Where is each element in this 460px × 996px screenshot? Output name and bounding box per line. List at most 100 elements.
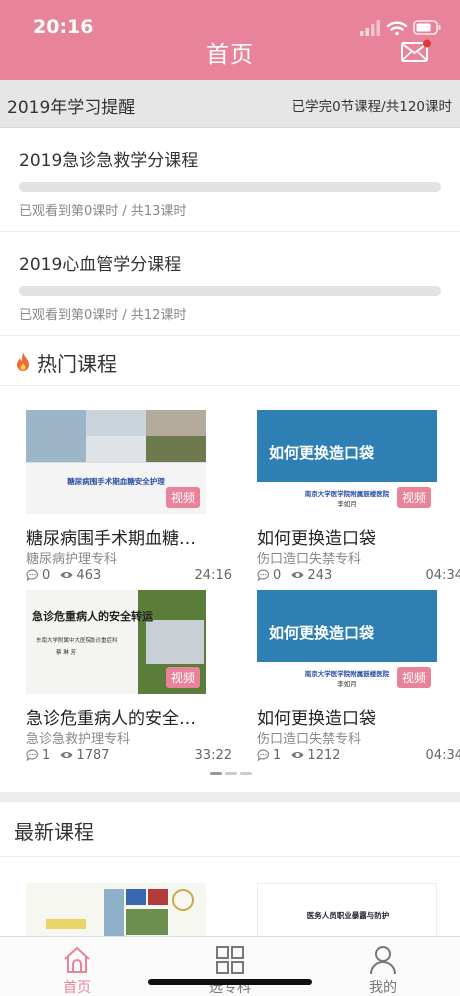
page-dot[interactable] — [240, 772, 252, 775]
card-title: 如何更换造口袋 — [257, 529, 376, 549]
page-title: 首页 — [206, 42, 254, 68]
home-icon — [64, 946, 90, 973]
user-icon — [370, 946, 396, 975]
latest-courses-row: 医务人员职业暴露与防护 — [0, 857, 460, 936]
card-title: 如何更换造口袋 — [257, 709, 376, 729]
tab-home[interactable]: 首页 — [37, 945, 117, 996]
eye-icon — [60, 572, 73, 578]
hot-courses-grid: 糖尿病围手术期血糖安全护理 视频 糖尿病围手术期血糖… 糖尿病护理专科 0 46… — [0, 386, 460, 792]
course-card[interactable]: 如何更换造口袋 南京大学医学院附属鼓楼医院 李如月 视频 如何更换造口袋 伤口造… — [257, 410, 460, 590]
page-dot[interactable] — [210, 772, 222, 775]
study-reminder: 2019年学习提醒 已学完0节课程/共120课时 — [0, 80, 460, 128]
comments-value: 0 — [42, 568, 51, 583]
view-count: 1787 — [60, 748, 110, 763]
video-badge: 视频 — [165, 487, 200, 508]
duration: 24:16 — [194, 568, 232, 583]
card-meta: 1 1212 04:34 — [257, 748, 460, 763]
reminder-title: 2019年学习提醒 — [7, 98, 136, 118]
card-subtitle: 糖尿病护理专科 — [26, 552, 118, 567]
comments-value: 0 — [273, 568, 282, 583]
thumb-caption: 糖尿病围手术期血糖安全护理 — [67, 477, 165, 486]
view-count: 243 — [291, 568, 332, 583]
eye-icon — [60, 752, 73, 758]
course-info: 已观看到第0课时 / 共12课时 — [19, 308, 187, 323]
tab-label: 首页 — [63, 980, 91, 996]
course-thumbnail: 如何更换造口袋 南京大学医学院附属鼓楼医院 李如月 视频 — [257, 590, 437, 694]
thumb-speaker: 蔡 琳 芳 — [56, 650, 76, 656]
course-thumbnail: 糖尿病围手术期血糖安全护理 视频 — [26, 410, 206, 514]
thumb-title: 如何更换造口袋 — [269, 444, 375, 462]
card-meta: 1 1787 33:22 — [26, 748, 232, 763]
duration: 04:34 — [425, 568, 460, 583]
comment-icon — [26, 749, 39, 761]
wifi-icon — [386, 21, 408, 36]
card-subtitle: 伤口造口失禁专科 — [257, 732, 362, 747]
course-title: 2019心血管学分课程 — [19, 255, 182, 275]
eye-icon — [291, 752, 304, 758]
battery-icon — [413, 20, 441, 35]
section-title: 最新课程 — [14, 820, 94, 844]
card-title: 糖尿病围手术期血糖… — [26, 529, 196, 549]
latest-thumbnail[interactable]: 医务人员职业暴露与防护 — [257, 883, 437, 936]
course-item[interactable]: 2019急诊急救学分课程 已观看到第0课时 / 共13课时 — [0, 128, 460, 232]
signal-icon — [360, 20, 380, 36]
course-item[interactable]: 2019心血管学分课程 已观看到第0课时 / 共12课时 — [0, 232, 460, 336]
card-subtitle: 伤口造口失禁专科 — [257, 552, 362, 567]
card-title: 急诊危重病人的安全… — [26, 709, 196, 729]
hot-courses-header: 热门课程 — [0, 336, 460, 386]
reminder-status: 已学完0节课程/共120课时 — [291, 99, 452, 115]
section-divider — [0, 792, 460, 802]
page-indicator[interactable] — [210, 772, 254, 776]
views-value: 1212 — [307, 748, 341, 763]
course-progress-bar — [19, 182, 441, 192]
comment-icon — [257, 569, 270, 581]
view-count: 463 — [60, 568, 101, 583]
section-title: 热门课程 — [37, 352, 117, 376]
thumb-title: 如何更换造口袋 — [269, 624, 375, 642]
thumb-title: 急诊危重病人的安全转运 — [32, 610, 153, 623]
comment-icon — [257, 749, 270, 761]
tab-specialty[interactable]: 选专科 — [190, 945, 270, 996]
views-value: 1787 — [76, 748, 110, 763]
comment-count: 0 — [257, 568, 281, 583]
course-info: 已观看到第0课时 / 共13课时 — [19, 204, 187, 219]
video-badge: 视频 — [396, 487, 431, 508]
course-card[interactable]: 糖尿病围手术期血糖安全护理 视频 糖尿病围手术期血糖… 糖尿病护理专科 0 46… — [26, 410, 234, 590]
card-meta: 0 463 24:16 — [26, 568, 232, 583]
course-progress-bar — [19, 286, 441, 296]
comment-icon — [26, 569, 39, 581]
eye-icon — [291, 572, 304, 578]
duration: 33:22 — [194, 748, 232, 763]
views-value: 463 — [76, 568, 102, 583]
video-badge: 视频 — [165, 667, 200, 688]
header: 20:16 首页 — [0, 0, 460, 80]
views-value: 243 — [307, 568, 333, 583]
comments-value: 1 — [273, 748, 282, 763]
course-card[interactable]: 急诊危重病人的安全转运 东南大学附属中大医院 急诊重症科 蔡 琳 芳 视频 急诊… — [26, 590, 234, 770]
tab-mine[interactable]: 我的 — [343, 945, 423, 996]
page-dot[interactable] — [225, 772, 237, 775]
main-content[interactable]: 2019年学习提醒 已学完0节课程/共120课时 2019急诊急救学分课程 已观… — [0, 80, 460, 936]
view-count: 1212 — [291, 748, 341, 763]
video-badge: 视频 — [396, 667, 431, 688]
duration: 04:34 — [425, 748, 460, 763]
thumb-dept: 急诊重症科 — [90, 638, 118, 644]
comment-count: 1 — [26, 748, 50, 763]
tab-bar: 首页 选专科 我的 — [0, 936, 460, 996]
tab-label: 我的 — [369, 980, 397, 996]
comment-count: 0 — [26, 568, 50, 583]
latest-courses-header: 最新课程 — [0, 802, 460, 857]
latest-thumbnail[interactable] — [26, 883, 206, 936]
comment-count: 1 — [257, 748, 281, 763]
mail-icon[interactable] — [401, 39, 431, 63]
course-card[interactable]: 如何更换造口袋 南京大学医学院附属鼓楼医院 李如月 视频 如何更换造口袋 伤口造… — [257, 590, 460, 770]
course-title: 2019急诊急救学分课程 — [19, 151, 199, 171]
fire-icon — [17, 352, 29, 371]
home-indicator[interactable] — [148, 979, 312, 985]
comments-value: 1 — [42, 748, 51, 763]
card-subtitle: 急诊急救护理专科 — [26, 732, 131, 747]
card-meta: 0 243 04:34 — [257, 568, 460, 583]
grid-icon — [216, 946, 244, 974]
course-thumbnail: 急诊危重病人的安全转运 东南大学附属中大医院 急诊重症科 蔡 琳 芳 视频 — [26, 590, 206, 694]
thumb-hospital: 东南大学附属中大医院 — [36, 638, 92, 644]
